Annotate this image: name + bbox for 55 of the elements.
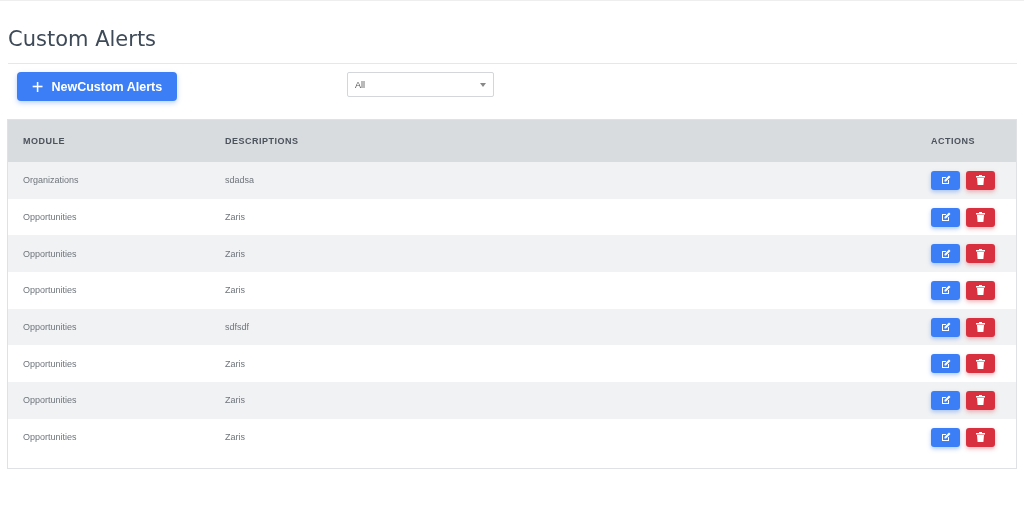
edit-button[interactable] bbox=[931, 354, 960, 374]
edit-icon bbox=[940, 248, 951, 259]
column-header: DESCRIPTIONS bbox=[225, 136, 300, 146]
edit-icon bbox=[940, 285, 951, 296]
table-cell-text: Opportunities bbox=[22, 358, 78, 369]
table-cell-text: Opportunities bbox=[22, 248, 78, 259]
delete-button[interactable] bbox=[966, 207, 995, 227]
table-cell-text: Zaris bbox=[225, 212, 246, 223]
table-cell-text: Opportunities bbox=[22, 322, 78, 333]
table-cell-text: Zaris bbox=[225, 358, 246, 369]
table-cell-text: sdadsa bbox=[225, 175, 256, 186]
delete-button[interactable] bbox=[966, 354, 995, 374]
edit-button[interactable] bbox=[931, 280, 960, 300]
table-cell-text: Zaris bbox=[225, 395, 246, 406]
trash-icon bbox=[976, 175, 985, 186]
column-header: ACTIONS bbox=[931, 136, 976, 146]
new-alert-button[interactable]: + NewCustom Alerts bbox=[17, 72, 177, 101]
edit-icon bbox=[940, 432, 951, 443]
edit-button[interactable] bbox=[931, 207, 960, 227]
column-header: MODULE bbox=[22, 136, 66, 146]
table-cell-text: sdfsdf bbox=[225, 322, 250, 333]
table-cell-text: Opportunities bbox=[22, 285, 78, 296]
edit-button[interactable] bbox=[931, 390, 960, 410]
trash-icon bbox=[976, 212, 985, 223]
edit-icon bbox=[940, 395, 951, 406]
trash-icon bbox=[976, 432, 985, 443]
edit-icon bbox=[940, 212, 951, 223]
edit-button[interactable] bbox=[931, 427, 960, 447]
caret-icon bbox=[480, 82, 486, 87]
trash-icon bbox=[976, 248, 985, 259]
table-cell-text: Zaris bbox=[225, 285, 246, 296]
delete-button[interactable] bbox=[966, 427, 995, 447]
delete-button[interactable] bbox=[966, 170, 995, 190]
filter-select[interactable]: All bbox=[347, 72, 494, 97]
table-cell-text: Organizations bbox=[22, 175, 80, 186]
trash-icon bbox=[976, 285, 985, 296]
edit-icon bbox=[940, 358, 951, 369]
edit-icon bbox=[940, 175, 951, 186]
table-cell-text: Opportunities bbox=[22, 395, 78, 406]
delete-button[interactable] bbox=[966, 280, 995, 300]
delete-button[interactable] bbox=[966, 244, 995, 264]
table-cell-text: Zaris bbox=[225, 248, 246, 259]
delete-button[interactable] bbox=[966, 390, 995, 410]
trash-icon bbox=[976, 395, 985, 406]
edit-button[interactable] bbox=[931, 244, 960, 264]
trash-icon bbox=[976, 358, 985, 369]
edit-button[interactable] bbox=[931, 170, 960, 190]
edit-icon bbox=[940, 322, 951, 333]
trash-icon bbox=[976, 322, 985, 333]
table-cell-text: Zaris bbox=[225, 432, 246, 443]
edit-button[interactable] bbox=[931, 317, 960, 337]
page-title: Custom Alerts bbox=[7, 26, 158, 52]
table-cell-text: Opportunities bbox=[22, 432, 78, 443]
table-cell-text: Opportunities bbox=[22, 212, 78, 223]
delete-button[interactable] bbox=[966, 317, 995, 337]
